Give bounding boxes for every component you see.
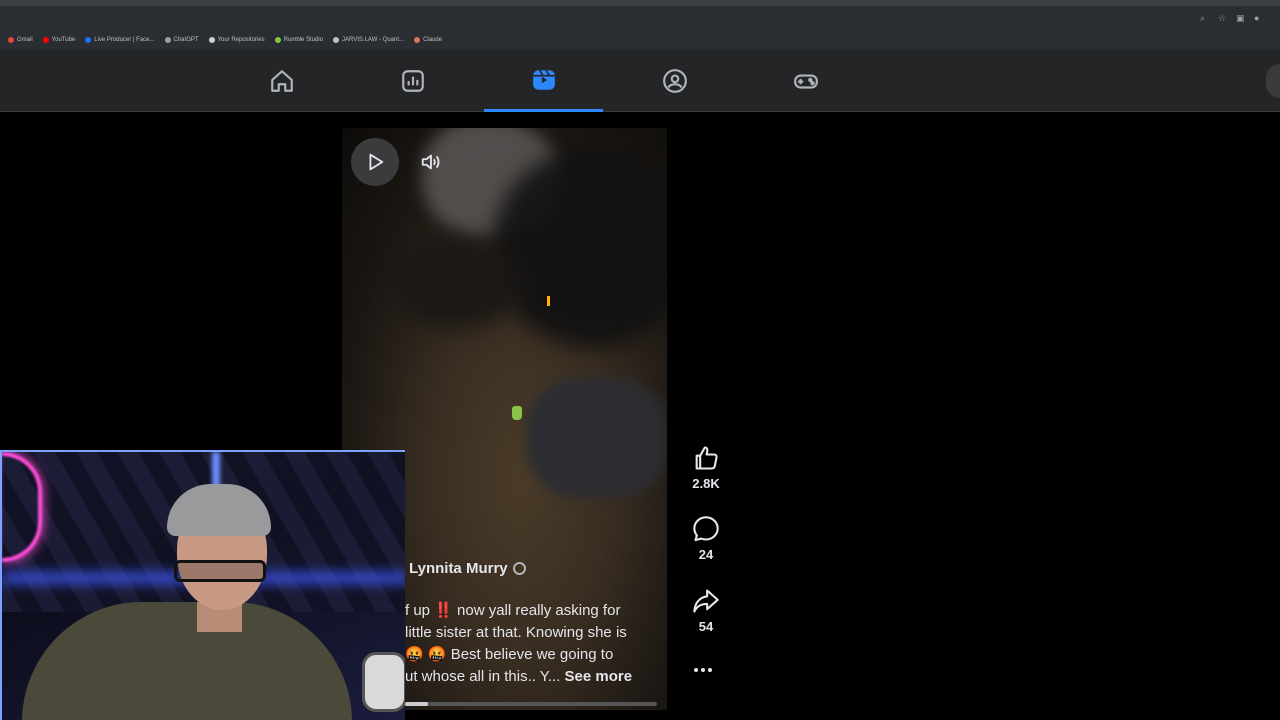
nav-home[interactable] [222,50,341,112]
bookmark-item[interactable]: Rumble Studio [274,37,324,43]
share-icon [693,589,719,613]
thumbs-up-icon [695,446,718,470]
bookmark-item[interactable]: Live Producer | Face... [85,37,155,43]
bookmark-label: Live Producer | Face... [94,37,155,43]
like-count: 2.8K [692,476,720,491]
comment-action[interactable]: 24 [682,515,730,562]
nav-reels[interactable] [484,50,603,112]
bookmark-label: ChatGPT [173,37,199,43]
video-progress-fill [405,702,428,706]
browser-toolbar-icons: ⌕ ☆ ▣ ● [1200,14,1262,23]
bookmark-item[interactable]: YouTube [42,37,76,43]
profile-icon[interactable]: ● [1254,14,1262,23]
bookmark-label: Rumble Studio [283,37,324,43]
more-options-icon[interactable] [694,668,712,672]
facebook-top-nav [0,50,1280,112]
nav-gaming[interactable] [746,50,865,112]
extension-icon[interactable]: ▣ [1236,14,1245,23]
bookmark-favicon-icon [85,37,92,43]
reel-caption: f up ‼️ now yall really asking for littl… [405,600,655,688]
groups-icon [662,69,687,93]
bookmark-favicon-icon [164,37,171,43]
bookmark-favicon-icon [333,37,340,43]
bookmark-item[interactable]: ChatGPT [164,37,199,43]
bookmarks-bar: Gmail YouTube Live Producer | Face... ChatG… [0,30,1280,50]
comment-icon [693,516,719,542]
bookmark-favicon-icon [8,37,14,43]
globe-icon [512,562,526,575]
comment-count: 24 [698,547,714,562]
share-count: 54 [698,619,714,634]
dot [694,668,698,672]
bookmark-favicon-icon [414,37,421,43]
caption-line-last: ut whose all in this.. Y... See more [405,666,655,688]
reels-icon [532,69,555,90]
home-icon [270,70,293,92]
caption-line-text: ut whose all in this.. Y... [405,668,561,685]
gaming-icon [793,74,818,89]
microphone [362,652,405,712]
dashboard-icon [401,70,424,92]
see-more-link[interactable]: See more [565,668,633,685]
video-highlight [547,296,550,306]
zoom-icon[interactable]: ⌕ [1200,14,1208,23]
caption-line: 🤬 🤬 Best believe we going to [405,646,614,663]
author-name[interactable]: Lynnita Murry [409,560,508,577]
bookmark-item[interactable]: Your Repositories [208,37,265,43]
nav-groups[interactable] [615,50,734,112]
bookmark-favicon-icon [42,37,49,43]
bookmark-favicon-icon [208,37,215,43]
streamer-glasses [174,560,266,582]
streamer-body [22,602,352,720]
caption-line: little sister at that. Knowing she is [405,624,627,641]
bookmark-item[interactable]: Gmail [8,37,33,43]
bookmark-label: Gmail [17,37,33,43]
bookmark-label: JARVIS.LAW - Quant... [342,37,405,43]
reel-author[interactable]: Lynnita Murry [409,560,526,577]
browser-top-bar: ⌕ ☆ ▣ ● [0,0,1280,30]
bookmark-favicon-icon [274,37,281,43]
dot [701,668,705,672]
caption-line: f up ‼️ now yall really asking for [405,602,621,619]
video-shape [527,378,667,498]
bookmark-label: Your Repositories [217,37,265,43]
play-button[interactable] [351,138,399,186]
bookmark-item[interactable]: Claude [414,37,442,43]
play-icon [369,153,384,171]
like-action[interactable]: 2.8K [682,444,730,491]
dot [708,668,712,672]
webcam-overlay [0,450,405,720]
bookmark-label: YouTube [51,37,76,43]
share-action[interactable]: 54 [682,587,730,634]
bookmark-item[interactable]: JARVIS.LAW - Quant... [333,37,404,43]
bookmark-label: Claude [423,37,443,43]
nav-dashboard[interactable] [353,50,472,112]
video-shape [392,238,522,328]
volume-button[interactable] [407,138,455,186]
menu-edge-button[interactable] [1266,64,1280,98]
mouse-cursor-icon [512,406,522,420]
star-icon[interactable]: ☆ [1218,14,1226,23]
volume-icon [421,154,440,170]
video-progress-bar[interactable] [405,702,657,706]
